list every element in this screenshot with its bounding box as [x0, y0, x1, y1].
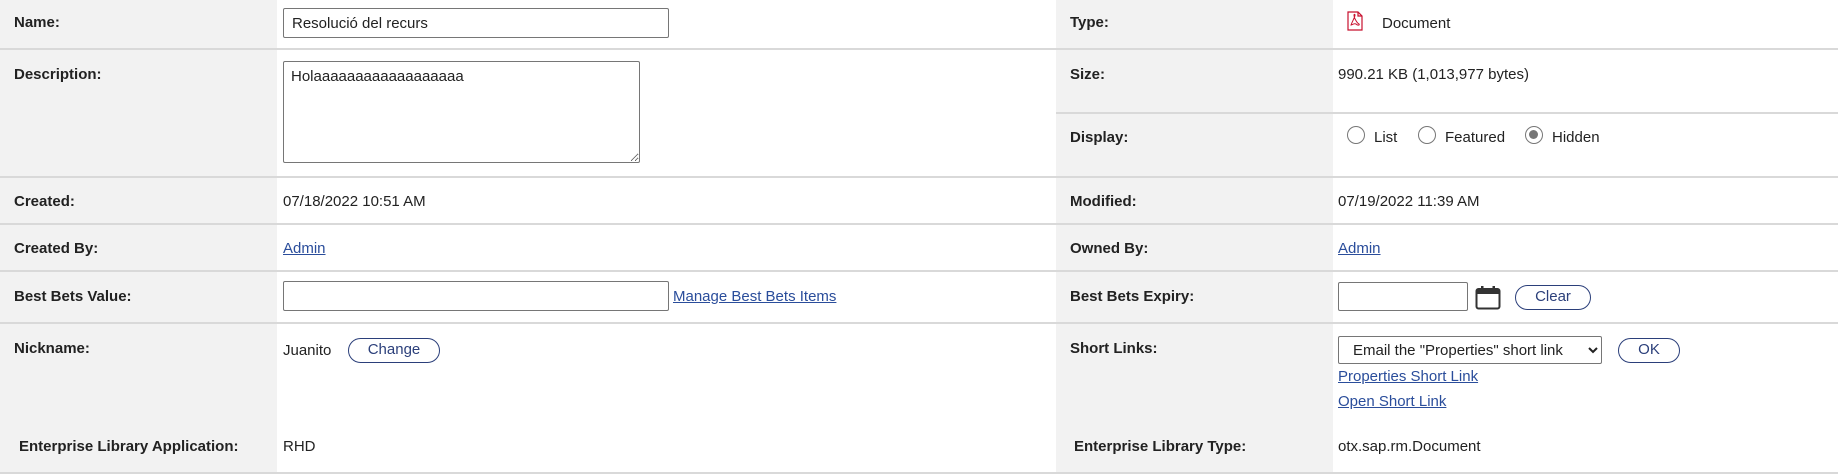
row-nickname: Nickname: Enterprise Library Application…	[0, 324, 1838, 474]
nickname-label: Nickname:	[14, 340, 90, 357]
change-nickname-button[interactable]: Change	[348, 338, 440, 363]
modified-label-cell: Modified:	[1056, 178, 1333, 223]
display-label-cell: Display:	[1056, 114, 1333, 176]
display-list-label[interactable]: List	[1374, 129, 1397, 146]
best-bets-expiry-input[interactable]	[1338, 282, 1468, 311]
description-textarea[interactable]: Holaaaaaaaaaaaaaaaaaa	[283, 61, 640, 163]
modified-value-cell: 07/19/2022 11:39 AM	[1333, 178, 1838, 223]
display-hidden-radio[interactable]	[1525, 126, 1543, 144]
created-by-link[interactable]: Admin	[283, 240, 326, 257]
type-label: Type:	[1070, 14, 1109, 31]
display-featured-radio[interactable]	[1418, 126, 1436, 144]
best-bets-expiry-label: Best Bets Expiry:	[1070, 288, 1195, 305]
created-value: 07/18/2022 10:51 AM	[283, 193, 426, 210]
name-label-cell: Name:	[0, 0, 277, 48]
display-featured-label[interactable]: Featured	[1445, 129, 1505, 146]
size-value: 990.21 KB (1,013,977 bytes)	[1338, 66, 1529, 83]
el-application-value: RHD	[283, 438, 316, 455]
row-created: Created: 07/18/2022 10:51 AM Modified: 0…	[0, 178, 1838, 225]
el-application-label: Enterprise Library Application:	[19, 438, 239, 455]
size-value-cell: 990.21 KB (1,013,977 bytes)	[1333, 50, 1838, 112]
owned-by-link[interactable]: Admin	[1338, 240, 1381, 257]
description-label-cell: Description:	[0, 50, 277, 176]
type-value-cell: Document	[1333, 0, 1838, 48]
best-bets-value-label: Best Bets Value:	[14, 288, 132, 305]
nickname-value: Juanito	[283, 342, 332, 359]
properties-short-link[interactable]: Properties Short Link	[1338, 368, 1478, 385]
nickname-label-cell: Nickname: Enterprise Library Application…	[0, 324, 277, 472]
modified-label: Modified:	[1070, 193, 1137, 210]
row-size: Size: 990.21 KB (1,013,977 bytes)	[1056, 50, 1838, 114]
created-by-label: Created By:	[14, 240, 99, 257]
created-by-label-cell: Created By:	[0, 225, 277, 270]
row-display: Display: List Featured Hidden	[1056, 114, 1838, 178]
nickname-value-cell: Juanito Change RHD	[277, 324, 1055, 472]
modified-value: 07/19/2022 11:39 AM	[1338, 193, 1480, 210]
display-options-cell: List Featured Hidden	[1333, 114, 1838, 176]
created-label: Created:	[14, 193, 75, 210]
description-label: Description:	[14, 66, 102, 83]
best-bets-expiry-label-cell: Best Bets Expiry:	[1056, 272, 1333, 322]
short-links-label: Short Links:	[1070, 340, 1158, 357]
size-label: Size:	[1070, 66, 1106, 83]
owned-by-value-cell: Admin	[1333, 225, 1838, 270]
ok-button[interactable]: OK	[1618, 338, 1680, 363]
size-label-cell: Size:	[1056, 50, 1333, 112]
type-label-cell: Type:	[1056, 0, 1333, 48]
calendar-icon[interactable]	[1475, 285, 1501, 310]
display-label: Display:	[1070, 129, 1129, 146]
open-short-link[interactable]: Open Short Link	[1338, 393, 1446, 410]
row-best-bets: Best Bets Value: Manage Best Bets Items …	[0, 272, 1838, 324]
short-links-label-cell: Short Links: Enterprise Library Type:	[1056, 324, 1333, 472]
display-list-radio[interactable]	[1347, 126, 1365, 144]
owned-by-label-cell: Owned By:	[1056, 225, 1333, 270]
description-value-cell: Holaaaaaaaaaaaaaaaaaa	[277, 50, 1055, 176]
manage-best-bets-link[interactable]: Manage Best Bets Items	[673, 288, 836, 305]
el-type-label: Enterprise Library Type:	[1074, 438, 1247, 455]
name-input[interactable]	[283, 8, 669, 38]
clear-button[interactable]: Clear	[1515, 285, 1591, 310]
best-bets-value-label-cell: Best Bets Value:	[0, 272, 277, 322]
best-bets-value-input[interactable]	[283, 281, 669, 311]
best-bets-value-cell: Manage Best Bets Items	[277, 272, 1055, 322]
owned-by-label: Owned By:	[1070, 240, 1149, 257]
created-label-cell: Created:	[0, 178, 277, 223]
best-bets-expiry-cell: Clear	[1333, 272, 1838, 322]
type-value: Document	[1382, 15, 1451, 32]
short-links-select[interactable]: Email the "Properties" short link	[1338, 336, 1602, 364]
row-name-type: Name: Type: Document	[0, 0, 1838, 50]
row-created-by: Created By: Admin Owned By: Admin	[0, 225, 1838, 272]
created-by-value-cell: Admin	[277, 225, 1055, 270]
name-value-cell	[277, 0, 1055, 48]
display-hidden-label[interactable]: Hidden	[1552, 129, 1600, 146]
el-type-value: otx.sap.rm.Document	[1338, 438, 1481, 455]
properties-table: Name: Type: Document Description: Holaaa…	[0, 0, 1842, 474]
short-links-cell: Email the "Properties" short link OK Pro…	[1333, 324, 1838, 472]
created-value-cell: 07/18/2022 10:51 AM	[277, 178, 1055, 223]
pdf-icon	[1347, 11, 1363, 31]
name-label: Name:	[14, 14, 60, 31]
